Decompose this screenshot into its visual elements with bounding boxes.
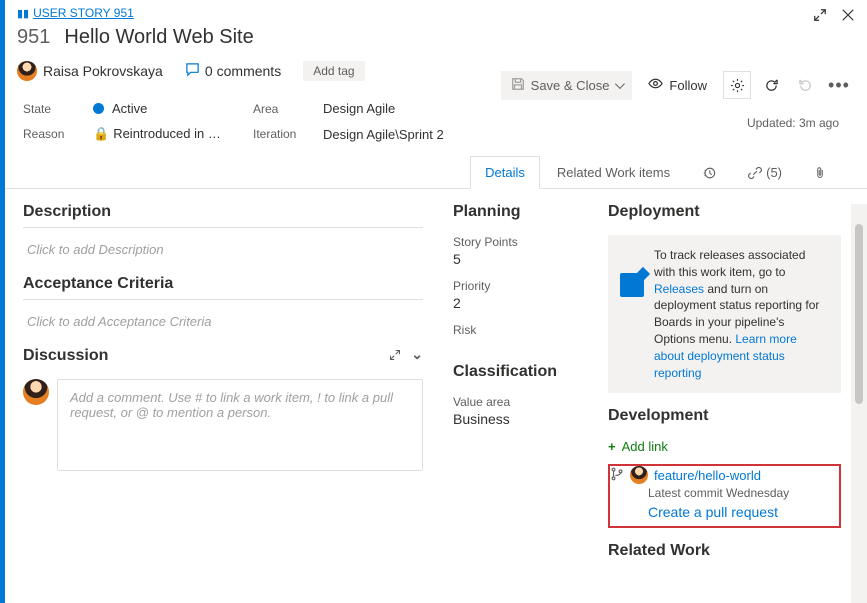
plus-icon: + xyxy=(608,439,616,454)
tab-history[interactable] xyxy=(687,156,731,188)
scrollbar[interactable] xyxy=(851,204,867,603)
assignee-name: Raisa Pokrovskaya xyxy=(43,63,163,79)
maximize-icon[interactable] xyxy=(389,348,401,365)
iteration-picker[interactable]: Design Agile\Sprint 2 xyxy=(323,127,623,142)
lock-icon: 🔒 xyxy=(93,126,109,141)
settings-button[interactable] xyxy=(723,71,751,99)
create-pull-request-link[interactable]: Create a pull request xyxy=(648,504,778,520)
branch-link[interactable]: feature/hello-world xyxy=(654,468,761,483)
discussion-heading: Discussion ⌄ xyxy=(23,347,423,371)
add-link-button[interactable]: + Add link xyxy=(608,439,841,454)
avatar xyxy=(17,61,37,81)
scrollbar-thumb[interactable] xyxy=(855,224,863,404)
priority-field[interactable]: 2 xyxy=(453,295,578,311)
tabs: Details Related Work items (5) xyxy=(5,156,867,189)
acceptance-criteria-field[interactable]: Click to add Acceptance Criteria xyxy=(23,308,423,347)
avatar xyxy=(630,466,648,484)
close-icon[interactable] xyxy=(841,8,855,25)
deployment-panel: To track releases associated with this w… xyxy=(608,235,841,393)
branch-icon xyxy=(610,467,624,484)
save-icon xyxy=(511,77,525,94)
undo-button[interactable] xyxy=(791,71,819,99)
add-tag-button[interactable]: Add tag xyxy=(303,61,364,81)
planning-heading: Planning xyxy=(453,203,578,227)
tab-attachments[interactable] xyxy=(799,156,841,188)
story-points-label: Story Points xyxy=(453,235,578,249)
state-picker[interactable]: Active xyxy=(93,101,253,116)
deployment-heading: Deployment xyxy=(608,203,841,227)
refresh-button[interactable] xyxy=(757,71,785,99)
parent-link[interactable]: USER STORY 951 xyxy=(33,6,134,20)
related-work-heading: Related Work xyxy=(608,542,841,566)
pull-request-highlight: feature/hello-world Latest commit Wednes… xyxy=(608,464,841,528)
area-picker[interactable]: Design Agile xyxy=(323,101,623,116)
work-item-title[interactable]: Hello World Web Site xyxy=(64,26,253,49)
state-dot-icon xyxy=(93,103,104,114)
follow-button[interactable]: Follow xyxy=(638,70,717,100)
work-item-id: 951 xyxy=(17,26,50,49)
reason-picker[interactable]: 🔒Reintroduced in … xyxy=(93,126,253,142)
save-close-button[interactable]: Save & Close xyxy=(501,71,633,100)
avatar xyxy=(23,379,49,405)
comments-button[interactable]: 0 comments xyxy=(185,62,281,80)
releases-link[interactable]: Releases xyxy=(654,282,704,296)
updated-label: Updated: 3m ago xyxy=(747,116,839,130)
description-field[interactable]: Click to add Description xyxy=(23,236,423,275)
collapse-icon[interactable]: ⌄ xyxy=(411,346,423,363)
story-points-field[interactable]: 5 xyxy=(453,251,578,267)
area-label: Area xyxy=(253,102,323,116)
acceptance-criteria-heading: Acceptance Criteria xyxy=(23,275,423,300)
comment-input[interactable]: Add a comment. Use # to link a work item… xyxy=(57,379,423,471)
iteration-label: Iteration xyxy=(253,127,323,141)
value-area-field[interactable]: Business xyxy=(453,411,578,427)
tab-related[interactable]: Related Work items xyxy=(542,156,685,188)
state-label: State xyxy=(23,102,93,116)
risk-label: Risk xyxy=(453,323,578,337)
assignee-picker[interactable]: Raisa Pokrovskaya xyxy=(17,61,163,81)
eye-icon xyxy=(648,76,663,94)
work-item-type-icon: ▮▮ xyxy=(17,7,29,20)
rocket-icon xyxy=(620,273,644,297)
development-heading: Development xyxy=(608,407,841,431)
chevron-down-icon xyxy=(615,79,625,89)
description-heading: Description xyxy=(23,203,423,228)
priority-label: Priority xyxy=(453,279,578,293)
comment-icon xyxy=(185,62,200,80)
branch-meta: Latest commit Wednesday xyxy=(648,486,835,500)
more-actions-button[interactable]: ••• xyxy=(825,71,853,99)
tab-details[interactable]: Details xyxy=(470,156,540,189)
expand-icon[interactable] xyxy=(813,8,827,25)
value-area-label: Value area xyxy=(453,395,578,409)
tab-links[interactable]: (5) xyxy=(733,156,797,188)
reason-label: Reason xyxy=(23,127,93,141)
classification-heading: Classification xyxy=(453,363,578,387)
